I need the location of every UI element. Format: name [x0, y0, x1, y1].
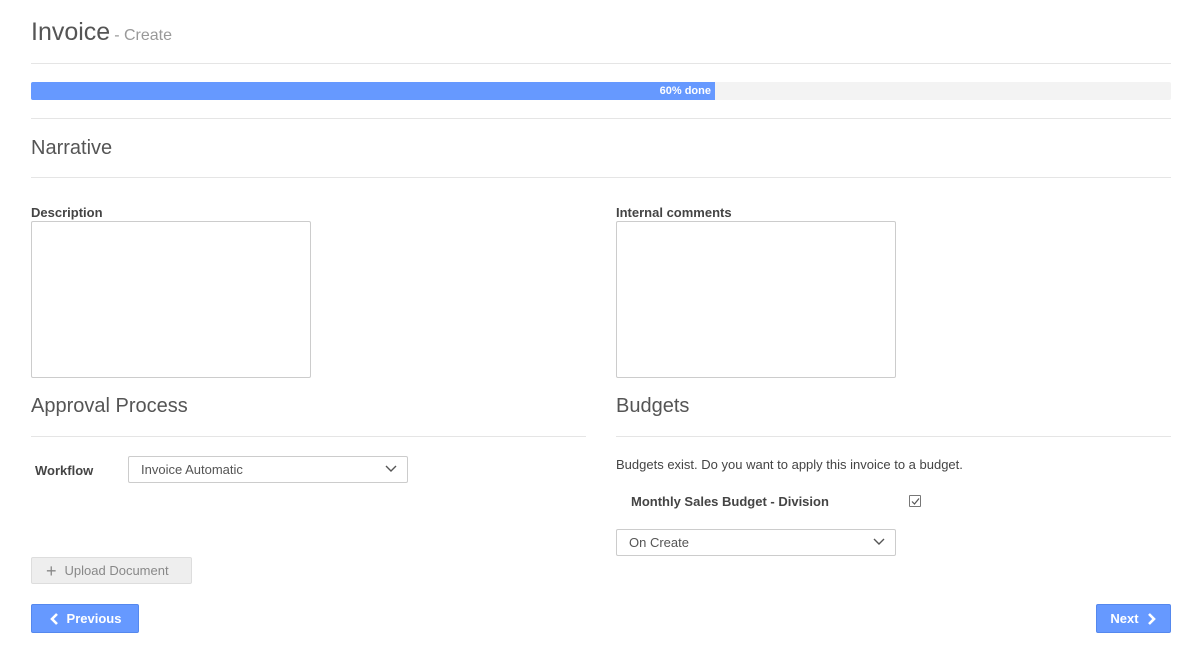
workflow-select[interactable]: Invoice Automatic — [128, 456, 408, 483]
narrative-divider — [31, 177, 1171, 178]
description-label: Description — [31, 205, 103, 220]
page-title-text: Invoice — [31, 18, 111, 46]
approval-process-title: Approval Process — [31, 395, 188, 417]
budgets-note: Budgets exist. Do you want to apply this… — [616, 457, 963, 472]
chevron-right-icon — [1147, 612, 1156, 625]
chevron-left-icon — [49, 612, 58, 625]
page-subtitle: - Create — [114, 27, 173, 44]
workflow-select-value: Invoice Automatic — [141, 462, 243, 477]
description-textarea[interactable] — [31, 221, 311, 378]
chevron-down-icon — [385, 465, 397, 472]
upload-document-button[interactable]: + Upload Document — [31, 557, 192, 584]
workflow-label: Workflow — [35, 463, 94, 478]
previous-button[interactable]: Previous — [31, 604, 139, 633]
upload-document-label: Upload Document — [64, 563, 169, 578]
next-label: Next — [1110, 611, 1139, 626]
budget-timing-select[interactable]: On Create — [616, 529, 896, 556]
progress-label: 60% done — [659, 85, 711, 97]
budgets-divider — [616, 436, 1171, 437]
page-title: Invoice - Create — [31, 18, 172, 47]
budget-name-label: Monthly Sales Budget - Division — [631, 494, 829, 509]
next-button[interactable]: Next — [1096, 604, 1171, 633]
header-divider — [31, 63, 1171, 64]
budgets-title: Budgets — [616, 395, 690, 417]
progress-fill: 60% done — [31, 82, 715, 100]
budget-timing-value: On Create — [629, 535, 689, 550]
previous-label: Previous — [66, 611, 122, 626]
plus-icon: + — [46, 560, 57, 581]
budget-checkbox[interactable] — [909, 495, 921, 507]
approval-divider — [31, 436, 586, 437]
checkmark-icon — [911, 498, 920, 505]
narrative-title: Narrative — [31, 137, 113, 159]
chevron-down-icon — [873, 538, 885, 545]
progress-divider — [31, 118, 1171, 119]
progress-bar: 60% done — [31, 82, 1171, 100]
internal-comments-label: Internal comments — [616, 205, 732, 220]
internal-comments-textarea[interactable] — [616, 221, 896, 378]
